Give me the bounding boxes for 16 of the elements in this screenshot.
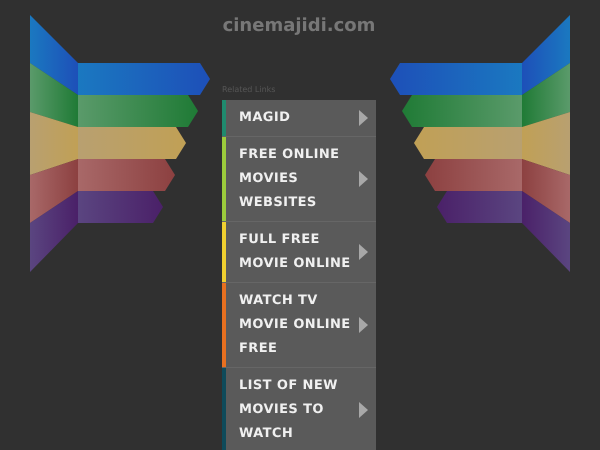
site-title: cinemajidi.com — [222, 15, 376, 37]
related-link[interactable]: LIST OF NEW MOVIES TO WATCH — [222, 368, 376, 450]
related-link[interactable]: MAGID — [222, 100, 376, 137]
triangle-icon — [359, 171, 368, 187]
link-label: WATCH TV MOVIE ONLINE FREE — [239, 292, 352, 358]
link-label: FULL FREE MOVIE ONLINE — [239, 231, 352, 273]
triangle-icon — [359, 244, 368, 260]
triangle-icon — [359, 317, 368, 333]
related-link[interactable]: FREE ONLINE MOVIES WEBSITES — [222, 137, 376, 222]
related-link[interactable]: FULL FREE MOVIE ONLINE — [222, 222, 376, 283]
triangle-icon — [359, 110, 368, 126]
link-label: LIST OF NEW MOVIES TO WATCH — [239, 377, 339, 443]
link-label: MAGID — [239, 109, 292, 127]
triangle-icon — [359, 402, 368, 418]
related-link[interactable]: WATCH TV MOVIE ONLINE FREE — [222, 283, 376, 368]
link-label: FREE ONLINE MOVIES WEBSITES — [239, 146, 340, 212]
